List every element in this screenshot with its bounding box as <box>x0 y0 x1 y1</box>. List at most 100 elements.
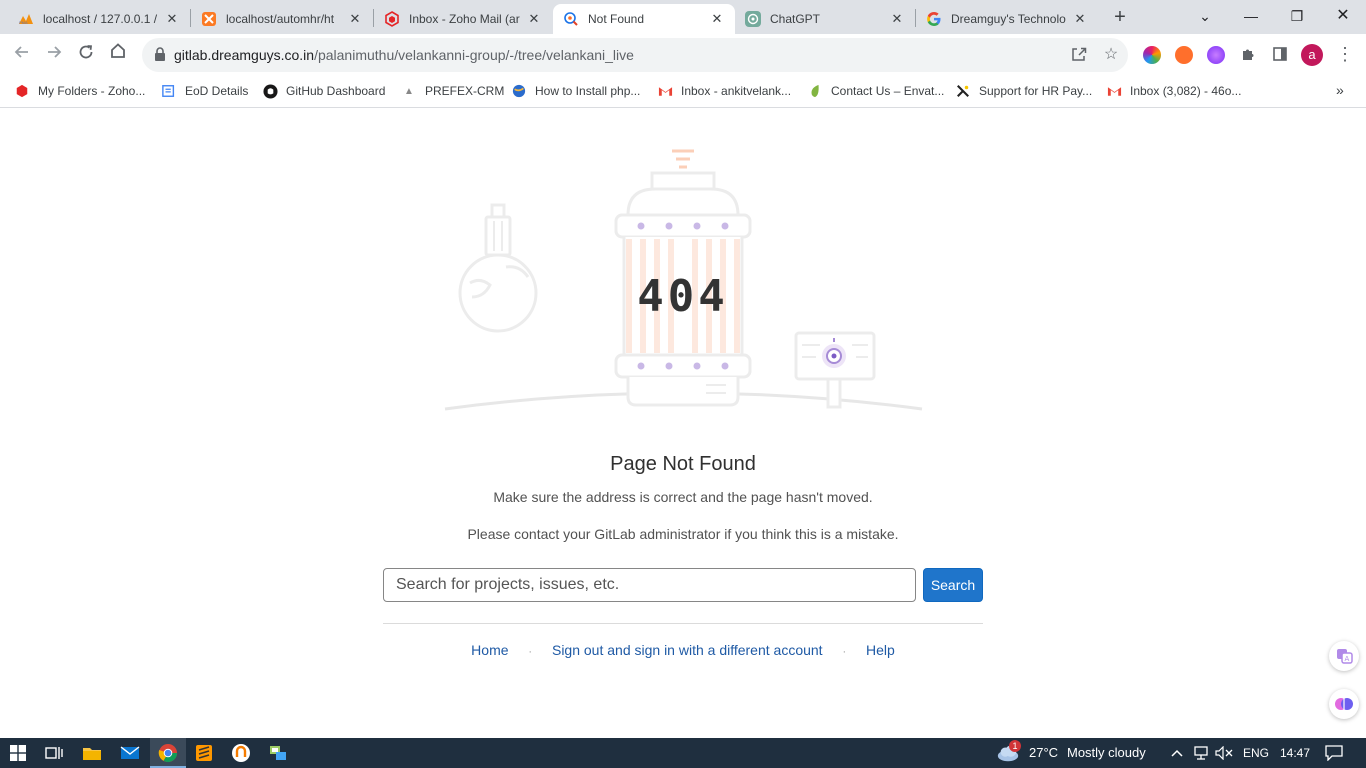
bookmark-hr-payroll[interactable]: Support for HR Pay... <box>955 82 1092 100</box>
network-tool-icon[interactable] <box>266 741 290 765</box>
orange-extension-icon[interactable] <box>1175 46 1193 64</box>
network-icon[interactable] <box>1189 741 1213 765</box>
task-view-icon[interactable] <box>42 741 66 765</box>
sublime-text-icon[interactable] <box>192 741 216 765</box>
tab-dreamguys[interactable]: Dreamguy's Technolo ✕ <box>916 4 1098 34</box>
side-panel-icon[interactable] <box>1271 46 1289 64</box>
windows-start-icon[interactable] <box>6 741 30 765</box>
close-icon[interactable]: ✕ <box>347 11 363 27</box>
bookmark-label: My Folders - Zoho... <box>38 84 146 98</box>
weather-temperature: 27°C <box>1029 745 1059 760</box>
bookmarks-bar: My Folders - Zoho... EoD Details GitHub … <box>0 74 1366 108</box>
search-input[interactable] <box>383 568 916 602</box>
gmail-icon <box>657 83 673 99</box>
google-icon <box>926 11 942 27</box>
arrow-right-icon <box>48 46 62 58</box>
close-icon[interactable]: ✕ <box>889 11 905 27</box>
mail-icon[interactable] <box>118 741 142 765</box>
vpn-icon[interactable] <box>229 741 253 765</box>
bookmark-inbox-ankit[interactable]: Inbox - ankitvelank... <box>657 82 791 100</box>
url-text: gitlab.dreamguys.co.in/palanimuthu/velan… <box>174 47 634 63</box>
back-button[interactable] <box>9 41 35 67</box>
bookmark-inbox-3082[interactable]: Inbox (3,082) - 46o... <box>1106 82 1241 100</box>
tab-strip: PMA localhost / 127.0.0.1 / ✕ localhost/… <box>0 0 1366 34</box>
gitlab-loading-icon <box>563 11 579 27</box>
arrow-left-icon <box>14 46 28 58</box>
file-explorer-icon[interactable] <box>80 741 104 765</box>
bookmark-github[interactable]: GitHub Dashboard <box>262 82 385 100</box>
url-host: gitlab.dreamguys.co.in <box>174 47 315 63</box>
browser-toolbar: gitlab.dreamguys.co.in/palanimuthu/velan… <box>0 34 1366 74</box>
bookmark-label: EoD Details <box>185 84 249 98</box>
page-title: Page Not Found <box>610 453 756 475</box>
bookmark-label: Support for HR Pay... <box>979 84 1093 98</box>
gmail-icon <box>1106 83 1122 99</box>
search-button[interactable]: Search <box>923 568 983 602</box>
tab-title: Dreamguy's Technolo <box>951 12 1066 26</box>
close-icon[interactable]: ✕ <box>164 11 180 27</box>
chrome-icon[interactable] <box>156 741 180 765</box>
zoho-icon <box>14 83 30 99</box>
reload-icon <box>79 45 93 59</box>
tab-zoho-mail[interactable]: Inbox - Zoho Mail (ar ✕ <box>374 4 552 34</box>
tab-not-found[interactable]: Not Found ✕ <box>553 4 735 34</box>
tab-search-button[interactable]: ⌄ <box>1182 4 1228 28</box>
profile-avatar[interactable]: a <box>1301 44 1323 66</box>
bookmark-envato[interactable]: Contact Us – Envat... <box>807 82 944 100</box>
minimize-button[interactable]: — <box>1228 4 1274 28</box>
bookmark-label: How to Install php... <box>535 84 641 98</box>
weather-badge: 1 <box>1009 740 1021 752</box>
page-content: 404 Page Not Found Make sure the address… <box>0 109 1366 738</box>
forward-button[interactable] <box>41 41 67 67</box>
lock-icon <box>155 47 165 61</box>
home-icon <box>111 43 125 58</box>
notifications-icon[interactable] <box>1322 741 1346 765</box>
admin-message: Please contact your GitLab administrator… <box>467 526 899 542</box>
tab-phpmyadmin[interactable]: PMA localhost / 127.0.0.1 / ✕ <box>8 4 190 34</box>
zoho-icon <box>384 11 400 27</box>
tab-automhr[interactable]: localhost/automhr/ht ✕ <box>191 4 373 34</box>
clock-time[interactable]: 14:47 <box>1280 746 1310 760</box>
share-icon[interactable] <box>1070 46 1088 64</box>
puzzle-icon[interactable] <box>1239 46 1257 64</box>
bookmark-label: Inbox - ankitvelank... <box>681 84 792 98</box>
tab-chatgpt[interactable]: ChatGPT ✕ <box>735 4 915 34</box>
footer-links: Home · Sign out and sign in with a diffe… <box>0 642 1366 658</box>
bookmark-star-icon[interactable]: ☆ <box>1102 46 1120 64</box>
ai-assistant-fab[interactable] <box>1329 689 1359 719</box>
404-illustration: 404 <box>444 149 923 411</box>
phpmyadmin-icon: PMA <box>18 11 34 27</box>
bookmark-prefex-crm[interactable]: ▲ PREFEX-CRM <box>401 82 504 100</box>
bookmark-zoho-folders[interactable]: My Folders - Zoho... <box>14 82 145 100</box>
restore-button[interactable]: ❐ <box>1274 4 1320 28</box>
bookmark-label: GitHub Dashboard <box>286 84 386 98</box>
address-bar[interactable]: gitlab.dreamguys.co.in/palanimuthu/velan… <box>142 38 1128 72</box>
bookmark-eod-details[interactable]: EoD Details <box>161 82 248 100</box>
brain-extension-icon[interactable] <box>1207 46 1225 64</box>
new-tab-button[interactable]: + <box>1108 6 1132 30</box>
link-separator: · <box>842 646 847 658</box>
envato-icon <box>807 83 823 99</box>
language-indicator[interactable]: ENG <box>1243 746 1269 760</box>
translate-fab[interactable]: A <box>1329 641 1359 671</box>
home-link[interactable]: Home <box>471 642 508 658</box>
bookmark-label: Contact Us – Envat... <box>831 84 945 98</box>
close-icon[interactable]: ✕ <box>709 11 725 27</box>
close-icon[interactable]: ✕ <box>526 11 542 27</box>
volume-muted-icon[interactable] <box>1212 741 1236 765</box>
more-menu-icon[interactable]: ⋮ <box>1336 44 1354 66</box>
reload-button[interactable] <box>73 41 99 67</box>
planet-icon <box>458 203 538 333</box>
chevron-up-icon[interactable] <box>1165 741 1189 765</box>
error-message: Make sure the address is correct and the… <box>493 489 873 505</box>
tab-title: Not Found <box>588 12 645 26</box>
color-extension-icon[interactable] <box>1143 46 1161 64</box>
home-button[interactable] <box>105 41 131 67</box>
close-icon[interactable]: ✕ <box>1072 11 1088 27</box>
sign-out-link[interactable]: Sign out and sign in with a different ac… <box>552 642 823 658</box>
hr-icon <box>955 83 971 99</box>
bookmarks-overflow-icon[interactable]: » <box>1336 82 1344 98</box>
help-link[interactable]: Help <box>866 642 895 658</box>
bookmark-install-php[interactable]: How to Install php... <box>511 82 640 100</box>
window-close-button[interactable]: ✕ <box>1320 4 1366 28</box>
